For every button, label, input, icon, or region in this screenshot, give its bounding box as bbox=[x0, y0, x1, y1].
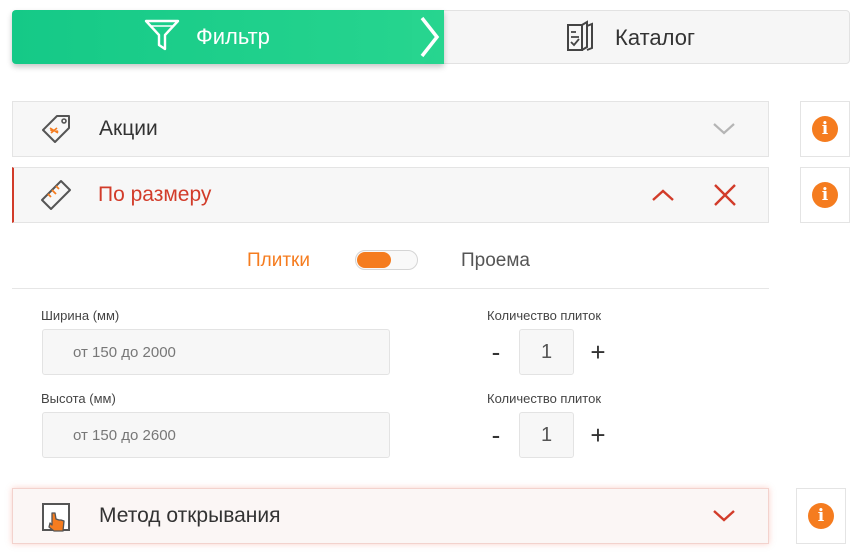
info-button-opening-method[interactable]: i bbox=[796, 488, 846, 544]
size-mode-toggle: Плитки Проема bbox=[12, 244, 769, 288]
chevron-up-icon[interactable] bbox=[648, 180, 678, 210]
quantity-stepper-2: - 1 + bbox=[484, 412, 614, 458]
quantity-value[interactable]: 1 bbox=[519, 412, 574, 458]
ruler-icon bbox=[14, 168, 98, 222]
info-button-promotions[interactable]: i bbox=[800, 101, 850, 157]
price-tag-icon bbox=[13, 102, 99, 156]
info-icon: i bbox=[812, 182, 838, 208]
accordion-opening-method[interactable]: Метод открывания bbox=[12, 488, 769, 544]
close-icon[interactable] bbox=[710, 180, 740, 210]
chevron-down-icon[interactable] bbox=[709, 501, 739, 531]
door-hand-icon bbox=[13, 489, 99, 543]
view-tabs: Каталог Фильтр bbox=[12, 10, 850, 66]
info-icon: i bbox=[812, 116, 838, 142]
info-button-by-size[interactable]: i bbox=[800, 167, 850, 223]
accordion-by-size[interactable]: По размеру bbox=[12, 167, 769, 223]
size-mode-switch[interactable] bbox=[355, 250, 418, 270]
switch-knob bbox=[357, 252, 391, 268]
quantity-value[interactable]: 1 bbox=[519, 329, 574, 375]
decrement-button[interactable]: - bbox=[484, 335, 508, 369]
tab-arrow-icon bbox=[412, 10, 444, 64]
accordion-promotions[interactable]: Акции bbox=[12, 101, 769, 157]
catalog-book-icon bbox=[565, 19, 595, 57]
tab-catalog-label: Каталог bbox=[615, 25, 695, 50]
decrement-button[interactable]: - bbox=[484, 418, 508, 452]
count-label-1: Количество плиток bbox=[487, 308, 602, 323]
height-label: Высота (мм) bbox=[41, 391, 116, 406]
tab-filter-label: Фильтр bbox=[196, 24, 270, 49]
increment-button[interactable]: + bbox=[586, 335, 610, 369]
width-label: Ширина (мм) bbox=[41, 308, 120, 323]
accordion-by-size-label: По размеру bbox=[98, 183, 212, 206]
count-label-2: Количество плиток bbox=[487, 391, 602, 406]
funnel-icon bbox=[144, 18, 180, 57]
info-icon: i bbox=[808, 503, 834, 529]
increment-button[interactable]: + bbox=[586, 418, 610, 452]
chevron-down-icon[interactable] bbox=[709, 114, 739, 144]
tab-filter[interactable]: Фильтр bbox=[12, 10, 444, 64]
divider bbox=[12, 288, 769, 289]
accordion-opening-method-label: Метод открывания bbox=[99, 504, 281, 527]
width-input[interactable] bbox=[42, 329, 390, 375]
toggle-option-tiles[interactable]: Плитки bbox=[247, 250, 310, 272]
toggle-option-opening[interactable]: Проема bbox=[461, 250, 530, 272]
quantity-stepper-1: - 1 + bbox=[484, 329, 614, 375]
height-input[interactable] bbox=[42, 412, 390, 458]
accordion-promotions-label: Акции bbox=[99, 117, 158, 140]
